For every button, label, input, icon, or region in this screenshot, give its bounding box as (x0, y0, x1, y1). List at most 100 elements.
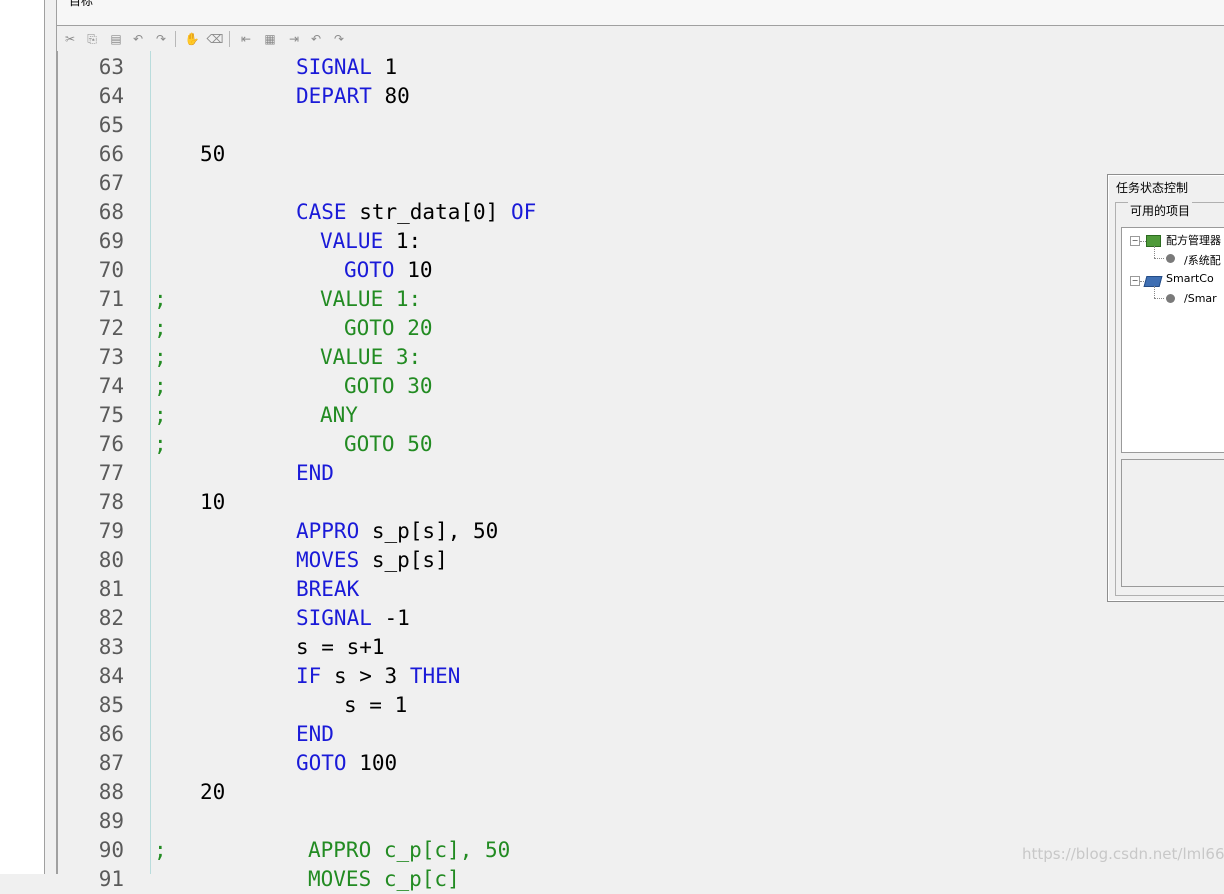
line-number: 77 (98, 461, 124, 485)
code-line[interactable]: 72; GOTO 20 (58, 314, 1224, 343)
code-operand: s_p[s] (359, 548, 448, 572)
indent-left-icon[interactable]: ⇤ (237, 30, 255, 48)
line-number: 82 (98, 606, 124, 630)
code-line[interactable]: 66 50 (58, 140, 1224, 169)
status-panel (1121, 459, 1224, 587)
code-text: SIGNAL -1 (296, 604, 410, 633)
code-text: GOTO 30 (344, 372, 433, 401)
line-number: 86 (98, 722, 124, 746)
copy-icon[interactable]: ⎘ (83, 30, 101, 48)
paste-icon[interactable]: ▤ (107, 30, 125, 48)
code-line[interactable]: 80 MOVES s_p[s] (58, 546, 1224, 575)
redo-step-icon[interactable]: ↷ (330, 30, 348, 48)
line-number: 74 (98, 374, 124, 398)
smart-controller-icon (1143, 276, 1163, 287)
code-line[interactable]: 84 IF s > 3 THEN (58, 662, 1224, 691)
tree-connector (1154, 246, 1155, 258)
cut-icon[interactable]: ✂ (61, 30, 79, 48)
code-line[interactable]: 87 GOTO 100 (58, 749, 1224, 778)
code-operand: s_p[s], 50 (359, 519, 499, 543)
code-line[interactable]: 73; VALUE 3: (58, 343, 1224, 372)
line-number: 84 (98, 664, 124, 688)
line-number: 72 (98, 316, 124, 340)
tree-item-system[interactable]: /系统配 (1184, 252, 1221, 268)
code-text: GOTO 10 (344, 256, 433, 285)
keyword: OF (510, 200, 537, 224)
tree-item-smartco[interactable]: SmartCo (1166, 272, 1214, 285)
code-text: GOTO 20 (344, 314, 433, 343)
keyword: END (296, 461, 334, 485)
task-status-dialog: 任务状态控制 可用的项目 − 配方管理器 /系统配 − SmartCo /Sma… (1107, 174, 1224, 602)
code-line[interactable]: 82 SIGNAL -1 (58, 604, 1224, 633)
line-number: 75 (98, 403, 124, 427)
code-operand: 10 (200, 490, 226, 514)
comment-marker: ; (154, 345, 167, 369)
line-number: 73 (98, 345, 124, 369)
tree-item-smar[interactable]: /Smar (1184, 292, 1217, 305)
commented-code: GOTO 30 (344, 374, 433, 398)
keyword: BREAK (296, 577, 360, 601)
code-operand: -1 (371, 606, 410, 630)
code-line[interactable]: 81 BREAK (58, 575, 1224, 604)
code-text: BREAK (296, 575, 359, 604)
left-splitter[interactable] (45, 0, 57, 874)
line-number: 66 (98, 142, 124, 166)
code-operand: s > 3 (321, 664, 410, 688)
target-title: 目标 (69, 0, 94, 8)
code-line[interactable]: 71; VALUE 1: (58, 285, 1224, 314)
call-icon[interactable]: ▦ (261, 30, 279, 48)
goto-icon[interactable]: ⇥ (285, 30, 303, 48)
redo-icon[interactable]: ↷ (152, 30, 170, 48)
line-number: 83 (98, 635, 124, 659)
code-text: END (296, 720, 334, 749)
code-line[interactable]: 63 SIGNAL 1 (58, 53, 1224, 82)
code-line[interactable]: 89 (58, 807, 1224, 836)
code-editor[interactable]: 63 SIGNAL 1 64 DEPART 80 65 66 50 67 68 CASE str_… (57, 51, 1224, 891)
commented-code: GOTO 50 (344, 432, 433, 456)
keyword: APPRO (296, 519, 360, 543)
code-line[interactable]: 83 s = s+1 (58, 633, 1224, 662)
undo-icon[interactable]: ↶ (129, 30, 147, 48)
code-line[interactable]: 69 VALUE 1: (58, 227, 1224, 256)
collapse-toggle[interactable]: − (1130, 276, 1140, 286)
comment-marker: ; (154, 403, 167, 427)
code-operand: s = s+1 (296, 635, 385, 659)
undo-step-icon[interactable]: ↶ (307, 30, 325, 48)
code-line[interactable]: 65 (58, 111, 1224, 140)
code-line[interactable]: 86 END (58, 720, 1224, 749)
code-line[interactable]: 85 s = 1 (58, 691, 1224, 720)
code-text: SIGNAL 1 (296, 53, 397, 82)
tree-item-recipe-manager[interactable]: 配方管理器 (1166, 232, 1221, 248)
code-line[interactable]: 67 (58, 169, 1224, 198)
code-line[interactable]: 74; GOTO 30 (58, 372, 1224, 401)
code-line[interactable]: 68 CASE str_data[0] OF (58, 198, 1224, 227)
keyword: THEN (409, 664, 461, 688)
line-number: 79 (98, 519, 124, 543)
keyword: VALUE (320, 229, 384, 253)
toolbar-separator (175, 31, 176, 47)
code-line[interactable]: 91 MOVES c_p[c] (58, 865, 1224, 894)
code-line[interactable]: 75; ANY (58, 401, 1224, 430)
watermark: https://blog.csdn.net/lml666 (1022, 845, 1224, 863)
code-line[interactable]: 78 10 (58, 488, 1224, 517)
item-tree[interactable]: − 配方管理器 /系统配 − SmartCo /Smar (1121, 227, 1224, 453)
target-header: 目标 (57, 0, 1224, 26)
line-number: 90 (98, 838, 124, 862)
comment-marker: ; (154, 287, 167, 311)
left-panel (0, 0, 45, 874)
keyword: MOVES (296, 548, 360, 572)
collapse-toggle[interactable]: − (1130, 236, 1140, 246)
code-line[interactable]: 88 20 (58, 778, 1224, 807)
hand-icon[interactable]: ✋ (183, 30, 201, 48)
code-line[interactable]: 64 DEPART 80 (58, 82, 1224, 111)
code-line[interactable]: 70 GOTO 10 (58, 256, 1224, 285)
code-text: ANY (320, 401, 358, 430)
code-line[interactable]: 77 END (58, 459, 1224, 488)
code-line[interactable]: 79 APPRO s_p[s], 50 (58, 517, 1224, 546)
code-line[interactable]: 76; GOTO 50 (58, 430, 1224, 459)
line-number: 76 (98, 432, 124, 456)
code-text: 20 (200, 778, 225, 807)
line-number: 67 (98, 171, 124, 195)
eraser-icon[interactable]: ⌫ (206, 30, 224, 48)
comment-marker: ; (154, 432, 167, 456)
